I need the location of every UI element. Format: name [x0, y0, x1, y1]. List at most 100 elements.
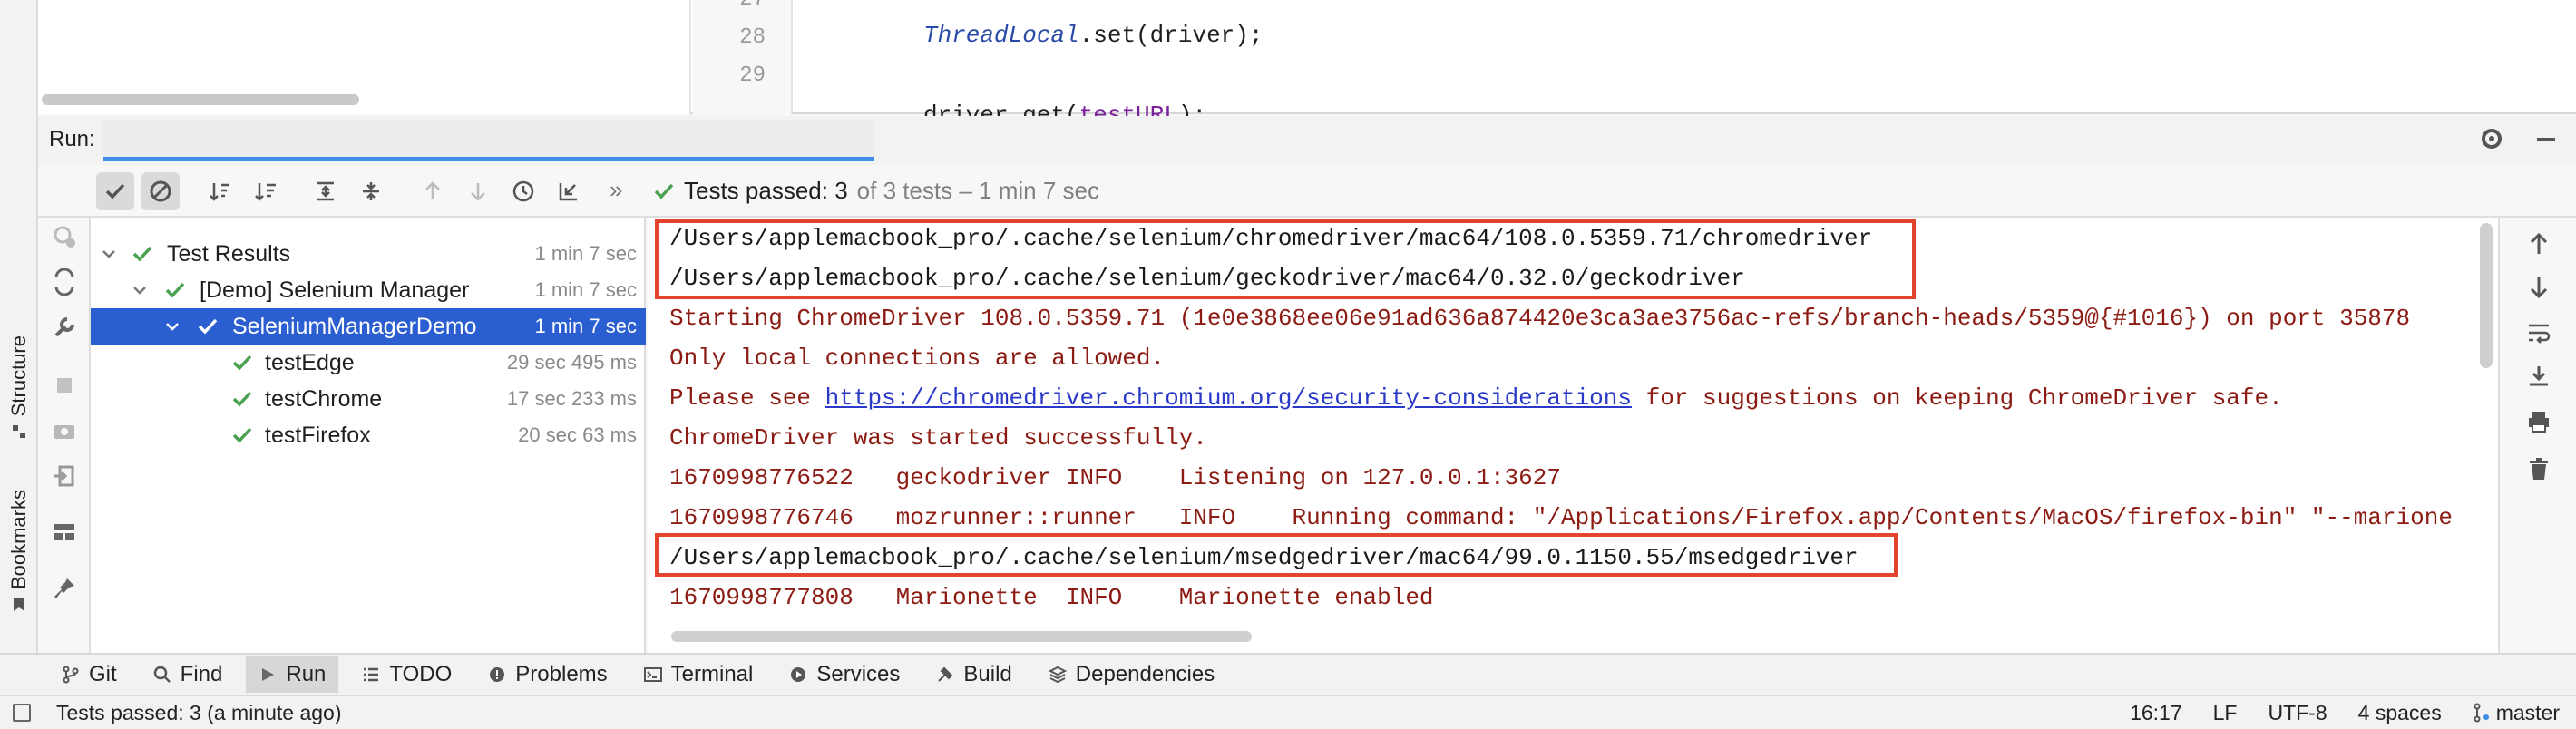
sort-alphabetically-icon — [210, 183, 229, 201]
run-side-actions — [38, 165, 91, 653]
tree-row-label: [Demo] Selenium Manager — [200, 277, 470, 303]
previous-test-button[interactable] — [414, 172, 452, 210]
trash-icon[interactable] — [2525, 455, 2552, 482]
check-icon — [232, 427, 252, 443]
console-side-actions — [2498, 218, 2576, 653]
indent-setting[interactable]: 4 spaces — [2358, 701, 2442, 725]
caret-position[interactable]: 16:17 — [2130, 701, 2182, 725]
scroll-up-icon[interactable] — [2525, 230, 2552, 258]
tool-terminal[interactable]: Terminal — [631, 656, 766, 693]
tests-passed-detail: of 3 tests – 1 min 7 sec — [856, 177, 1100, 204]
bookmarks-tab[interactable]: Bookmarks — [4, 490, 34, 613]
editor-horizontal-scrollbar[interactable] — [42, 94, 359, 105]
hammer-icon — [938, 666, 953, 682]
soft-wrap-icon[interactable] — [2525, 319, 2552, 346]
code-rest-token: .set(driver); — [1078, 22, 1264, 49]
tool-find[interactable]: Find — [141, 656, 236, 693]
sort-alpha-button[interactable] — [201, 172, 239, 210]
console-line: /Users/applemacbook_pro/.cache/selenium/… — [669, 544, 1859, 571]
tool-run[interactable]: Run — [246, 656, 339, 693]
rerun-failed-icon[interactable] — [51, 223, 78, 250]
print-icon[interactable] — [2525, 408, 2552, 435]
scroll-down-icon[interactable] — [2525, 274, 2552, 301]
tree-row-test-chrome[interactable]: testChrome 17 sec 233 ms — [91, 381, 646, 417]
scroll-to-end-icon[interactable] — [2525, 363, 2552, 390]
pin-icon[interactable] — [51, 575, 78, 602]
console-line: 1670998776522 geckodriver INFO Listening… — [669, 464, 1561, 491]
tree-row-duration: 17 sec 233 ms — [506, 387, 637, 410]
toggle-tool-windows-icon[interactable] — [13, 704, 31, 722]
tree-row-selenium-manager-demo[interactable]: SeleniumManagerDemo 1 min 7 sec — [91, 308, 646, 345]
console-line-please-see: Please see https://chromedriver.chromium… — [669, 384, 2283, 412]
console-vertical-scrollbar[interactable] — [2480, 223, 2493, 368]
show-passed-button[interactable] — [96, 172, 134, 210]
next-test-button[interactable] — [459, 172, 497, 210]
tool-todo[interactable]: TODO — [349, 656, 464, 693]
console-horizontal-scrollbar[interactable] — [671, 631, 1252, 642]
check-icon — [654, 183, 674, 199]
import-icon — [559, 183, 577, 201]
please-see-suffix: for suggestions on keeping ChromeDriver … — [1632, 384, 2283, 412]
tree-row-duration: 29 sec 495 ms — [506, 351, 637, 374]
expand-all-button[interactable] — [307, 172, 345, 210]
tree-row-test-results[interactable]: Test Results 1 min 7 sec — [91, 236, 646, 272]
layout-icon[interactable] — [51, 519, 78, 546]
arrow-up-icon — [425, 181, 440, 199]
code-class-token: ThreadLocal — [923, 22, 1079, 49]
toolbar-overflow-button[interactable]: » — [610, 176, 622, 204]
stop-icon[interactable] — [51, 372, 78, 399]
wrench-icon[interactable] — [51, 314, 78, 341]
tool-dependencies[interactable]: Dependencies — [1036, 656, 1227, 693]
minimize-icon[interactable] — [2532, 125, 2560, 152]
tree-row-label: SeleniumManagerDemo — [232, 313, 477, 339]
git-branch-icon — [2474, 703, 2489, 723]
git-branch-widget[interactable]: master — [2473, 701, 2560, 725]
test-history-button[interactable] — [504, 172, 542, 210]
camera-icon[interactable] — [51, 417, 78, 444]
chevron-down-icon — [133, 287, 146, 295]
tree-row-demo-selenium-manager[interactable]: [Demo] Selenium Manager 1 min 7 sec — [91, 272, 646, 308]
chevron-down-icon — [166, 323, 179, 331]
console-line: Starting ChromeDriver 108.0.5359.71 (1e0… — [669, 305, 2411, 332]
tool-label: Run — [286, 662, 327, 686]
code-line-28[interactable]: ThreadLocal.set(driver); — [923, 22, 1263, 49]
security-considerations-link[interactable]: https://chromedriver.chromium.org/securi… — [825, 384, 1632, 412]
git-branch-icon — [63, 666, 79, 684]
gear-icon[interactable] — [2478, 125, 2505, 152]
tree-row-label: testEdge — [265, 349, 355, 375]
tool-git[interactable]: Git — [49, 656, 130, 693]
sort-duration-button[interactable] — [247, 172, 285, 210]
check-icon — [198, 318, 218, 335]
tree-row-test-edge[interactable]: testEdge 29 sec 495 ms — [91, 345, 646, 381]
tree-row-label: Test Results — [167, 240, 291, 267]
console-output[interactable]: /Users/applemacbook_pro/.cache/selenium/… — [648, 218, 2498, 653]
tree-row-test-firefox[interactable]: testFirefox 20 sec 63 ms — [91, 417, 646, 453]
login-icon[interactable] — [51, 462, 78, 490]
show-ignored-button[interactable] — [141, 172, 180, 210]
line-separator[interactable]: LF — [2213, 701, 2238, 725]
status-message[interactable]: Tests passed: 3 (a minute ago) — [56, 701, 342, 725]
collapse-all-button[interactable] — [352, 172, 390, 210]
tree-row-label: testFirefox — [265, 422, 371, 448]
console-line: ChromeDriver was started successfully. — [669, 424, 1207, 452]
console-line: /Users/applemacbook_pro/.cache/selenium/… — [669, 265, 1745, 292]
layers-icon — [1048, 666, 1067, 684]
check-icon — [232, 391, 252, 407]
run-toolbar: » Tests passed: 3 of 3 tests – 1 min 7 s… — [38, 165, 2576, 218]
editor-area: 27 28 29 ThreadLocal.set(driver); driver… — [38, 0, 2576, 129]
tree-row-duration: 1 min 7 sec — [534, 315, 638, 337]
structure-tab[interactable]: Structure — [4, 335, 34, 440]
editor-gutter: 27 28 29 — [693, 0, 793, 114]
terminal-icon — [643, 667, 662, 682]
info-icon — [490, 667, 505, 682]
branch-name: master — [2495, 700, 2560, 724]
expand-all-icon — [317, 181, 334, 201]
import-tests-button[interactable] — [550, 172, 588, 210]
run-config-tab[interactable] — [103, 120, 874, 161]
tool-services[interactable]: Services — [776, 656, 912, 693]
toggle-auto-test-icon[interactable] — [51, 268, 78, 296]
tool-problems[interactable]: Problems — [475, 656, 620, 693]
line-number: 28 — [739, 25, 766, 50]
tool-build[interactable]: Build — [923, 656, 1024, 693]
file-encoding[interactable]: UTF-8 — [2268, 701, 2327, 725]
